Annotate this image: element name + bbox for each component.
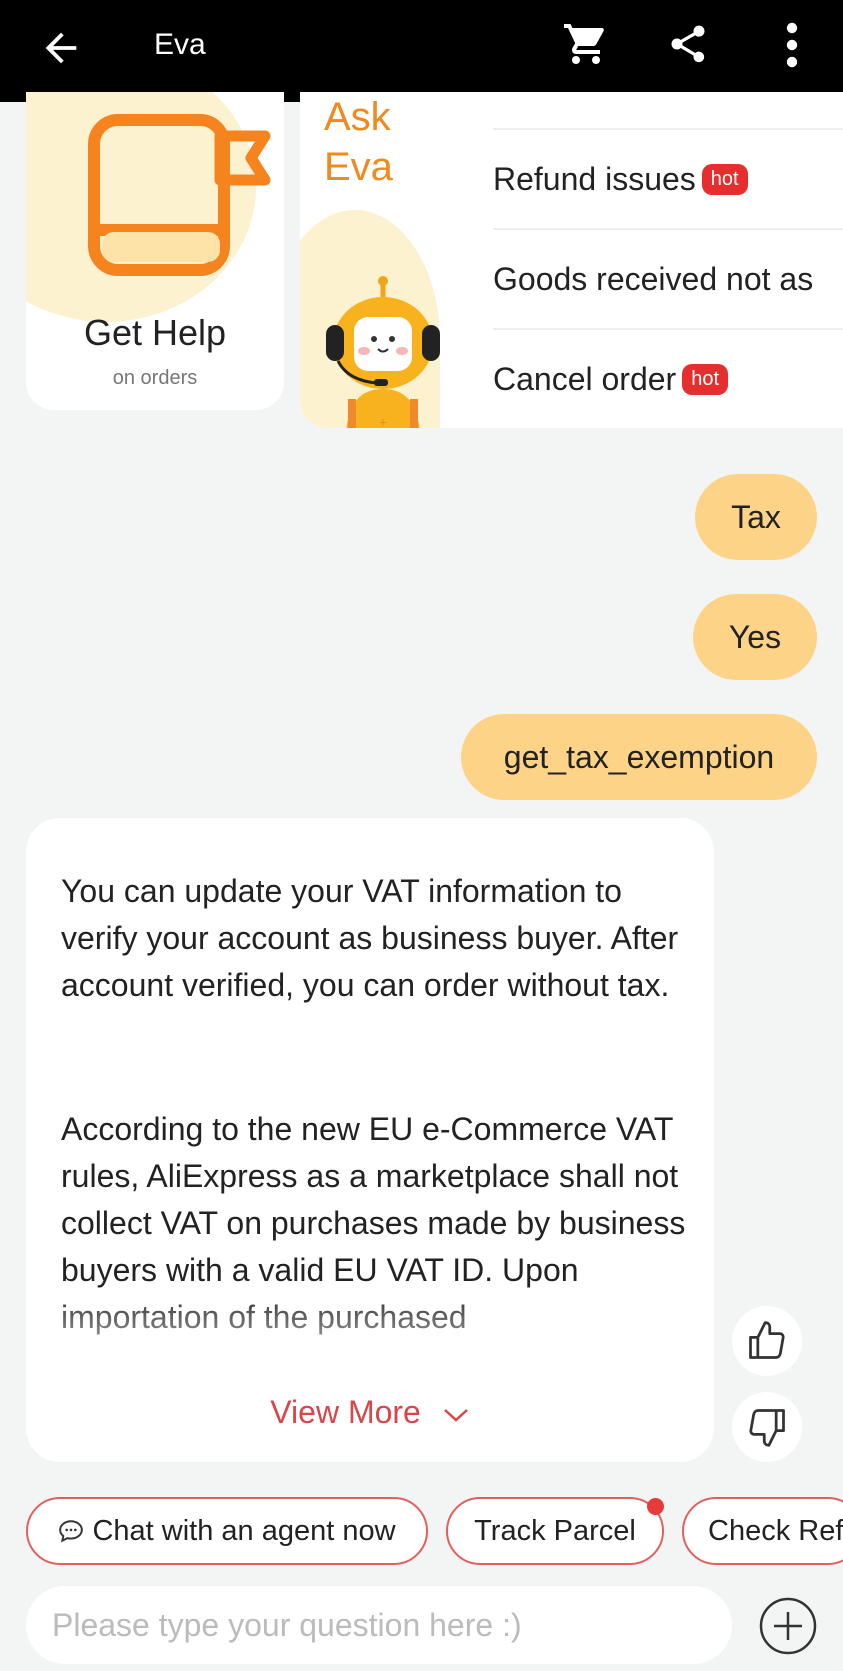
share-icon[interactable]: [666, 22, 710, 66]
user-message-bubble: Yes: [693, 594, 817, 680]
hot-badge: hot: [682, 363, 729, 395]
question-input[interactable]: [26, 1586, 732, 1664]
chip-label: Chat with an agent now: [92, 1514, 396, 1547]
chip-label: Check Ref: [708, 1514, 843, 1547]
top-bar: Eva: [0, 0, 843, 102]
thumbs-down-icon: [749, 1409, 785, 1447]
bot-paragraph: You can update your VAT information to v…: [61, 873, 679, 1003]
ask-eva-title-line1: Ask: [324, 95, 391, 139]
question-refund-issues[interactable]: Refund issues hot: [493, 128, 843, 228]
back-arrow-icon[interactable]: [38, 25, 84, 71]
question-label: Refund issues: [493, 160, 696, 197]
user-message-bubble: Tax: [695, 474, 817, 560]
eva-robot-mascot: +: [326, 276, 440, 428]
text-fade-overlay: [26, 1288, 714, 1388]
user-message-bubble: get_tax_exemption: [461, 714, 817, 800]
question-cancel-order[interactable]: Cancel order hot: [493, 328, 843, 428]
svg-text:+: +: [379, 414, 387, 428]
chat-bubble-icon: [59, 1520, 84, 1543]
thumbs-up-button[interactable]: [732, 1306, 802, 1376]
get-help-card[interactable]: Get Help on orders: [26, 92, 284, 410]
ask-eva-title-line2: Eva: [324, 145, 393, 189]
book-icon: [88, 114, 271, 276]
chip-label: Track Parcel: [474, 1514, 636, 1547]
question-label: Goods received not as: [493, 260, 814, 297]
chat-with-agent-button[interactable]: Chat with an agent now: [26, 1497, 428, 1565]
get-help-subtitle: on orders: [112, 367, 198, 389]
track-parcel-button[interactable]: Track Parcel: [446, 1497, 664, 1565]
notification-dot: [647, 1498, 664, 1515]
page-title: Eva: [154, 28, 206, 61]
bot-message-bubble: You can update your VAT information to v…: [26, 818, 714, 1462]
view-more-link[interactable]: View More: [26, 1394, 714, 1431]
thumbs-down-button[interactable]: [732, 1392, 802, 1462]
add-icon[interactable]: [758, 1596, 818, 1656]
cart-icon[interactable]: [562, 20, 610, 68]
chevron-down-icon: [443, 1408, 468, 1422]
thumbs-up-icon: [749, 1321, 785, 1359]
more-vert-icon[interactable]: [772, 20, 812, 70]
get-help-title: Get Help: [83, 312, 227, 353]
view-more-label: View More: [270, 1394, 421, 1430]
question-goods-not-as-described[interactable]: Goods received not as: [493, 228, 843, 328]
check-refund-button[interactable]: Check Ref: [682, 1497, 843, 1565]
ask-eva-title: Ask Eva: [324, 92, 393, 192]
question-label: Cancel order: [493, 360, 677, 397]
hot-badge: hot: [701, 163, 748, 195]
